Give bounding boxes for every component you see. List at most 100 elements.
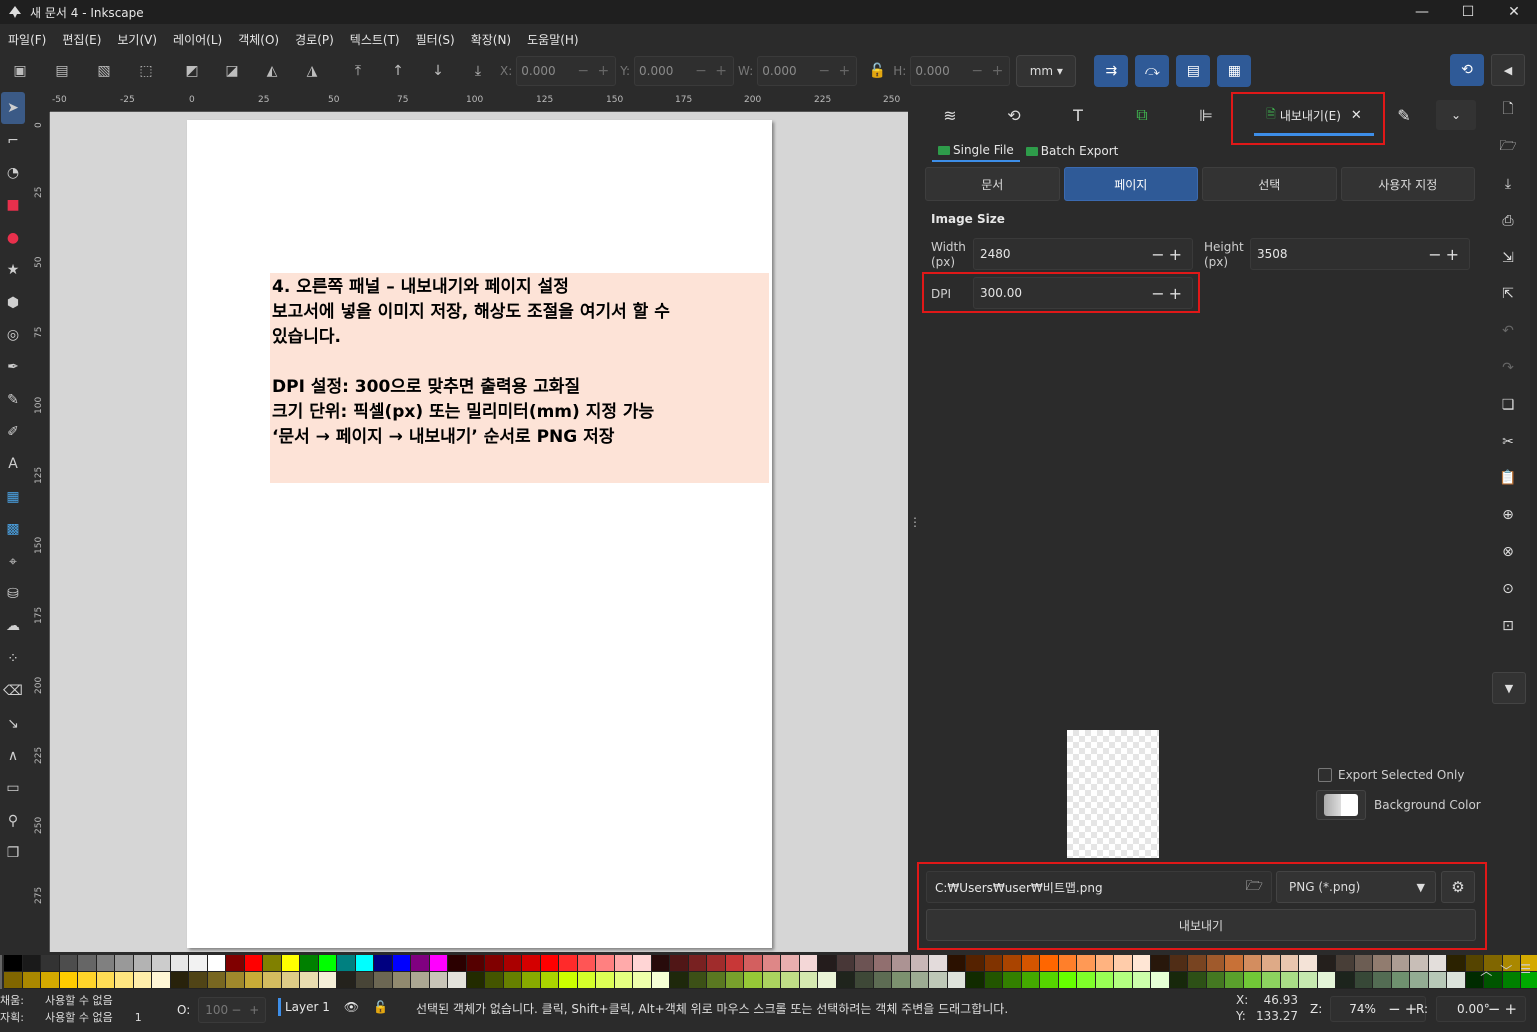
snap-toggle-button[interactable]: ⟲ [1450,54,1484,86]
color-swatch[interactable] [152,955,171,972]
color-swatch[interactable] [559,955,578,972]
color-swatch[interactable] [818,972,837,989]
color-swatch[interactable] [966,955,985,972]
color-swatch[interactable] [244,955,263,972]
color-swatch[interactable] [189,972,208,989]
scope-selection-button[interactable]: 선택 [1202,167,1337,201]
color-swatch[interactable] [744,972,763,989]
opacity-stepper-icon[interactable]: − + [231,1003,261,1017]
color-swatch[interactable] [559,972,578,989]
align-tab-icon[interactable]: ⊫ [1174,92,1238,138]
color-swatch[interactable] [1447,972,1466,989]
color-swatch[interactable] [1169,955,1188,972]
color-swatch[interactable] [670,955,689,972]
redo-icon[interactable]: ↷ [1494,350,1522,387]
color-swatch[interactable] [411,955,430,972]
color-swatch[interactable] [1391,972,1410,989]
flip-horizontal-icon[interactable]: ◭ [260,59,284,83]
color-swatch[interactable] [78,955,97,972]
selector-tool-icon[interactable]: ➤ [1,92,25,125]
canvas-text-block[interactable]: 4. 오른쪽 패널 – 내보내기와 페이지 설정 보고서에 넣을 이미지 저장,… [270,273,769,483]
color-swatch[interactable] [522,972,541,989]
color-swatch[interactable] [1354,955,1373,972]
zoom-page-width-icon[interactable]: ⊡ [1494,607,1522,644]
color-swatch[interactable] [1188,955,1207,972]
color-swatch[interactable] [707,972,726,989]
color-swatch[interactable] [1021,955,1040,972]
color-swatch[interactable] [910,955,929,972]
color-swatch[interactable] [1299,972,1318,989]
raise-icon[interactable]: ↑ [386,59,410,83]
close-button[interactable]: ✕ [1491,0,1537,24]
color-swatch[interactable] [355,955,374,972]
menu-text[interactable]: 텍스트(T) [342,31,408,48]
color-swatch[interactable] [966,972,985,989]
layers-tab-icon[interactable]: ≋ [918,92,982,138]
color-swatch[interactable] [1225,972,1244,989]
color-swatch[interactable] [596,972,615,989]
color-swatch[interactable] [855,955,874,972]
color-swatch[interactable] [1077,955,1096,972]
text-font-tab-icon[interactable]: T [1046,92,1110,138]
menu-object[interactable]: 객체(O) [230,31,287,48]
color-swatch[interactable] [1280,972,1299,989]
document-page[interactable]: 4. 오른쪽 패널 – 내보내기와 페이지 설정 보고서에 넣을 이미지 저장,… [187,120,772,948]
color-swatch[interactable] [540,955,559,972]
color-swatch[interactable] [688,955,707,972]
more-tabs-chevron-icon[interactable]: ⌄ [1436,100,1476,130]
color-swatch[interactable] [725,972,744,989]
color-swatch[interactable] [947,955,966,972]
paint-bucket-icon[interactable]: ⛁ [1,578,25,610]
palette-scroll-down-icon[interactable]: ﹀ [1500,962,1512,979]
color-swatch[interactable] [300,955,319,972]
x-input[interactable]: 0.000− + [516,56,617,86]
deselect-icon[interactable]: ▧ [92,59,116,83]
color-swatch[interactable] [1317,972,1336,989]
color-swatch[interactable] [133,955,152,972]
spiral-tool-icon[interactable]: ◎ [1,319,25,351]
color-swatch[interactable] [1243,955,1262,972]
color-swatch[interactable] [207,972,226,989]
y-stepper-icon[interactable]: − + [695,63,729,79]
color-swatch[interactable] [818,955,837,972]
import-icon[interactable]: ⇲ [1494,239,1522,276]
color-swatch[interactable] [929,955,948,972]
paste-icon[interactable]: 📋 [1494,460,1522,497]
color-swatch[interactable] [96,955,115,972]
zoom-page-icon[interactable]: ⊙ [1494,570,1522,607]
color-swatch[interactable] [892,972,911,989]
color-swatch[interactable] [781,955,800,972]
no-paint-swatch[interactable] [0,955,2,989]
raise-to-top-icon[interactable]: ⤒ [346,59,370,83]
minimize-button[interactable]: — [1399,0,1445,24]
color-swatch[interactable] [1003,972,1022,989]
color-swatch[interactable] [374,955,393,972]
zoom-tool-icon[interactable]: ⚲ [1,805,25,837]
color-swatch[interactable] [466,972,485,989]
cut-icon[interactable]: ✂ [1494,423,1522,460]
flip-vertical-icon[interactable]: ◮ [300,59,324,83]
color-swatch[interactable] [651,955,670,972]
color-swatch[interactable] [281,972,300,989]
background-color-button[interactable] [1316,790,1366,820]
color-swatch[interactable] [1114,955,1133,972]
color-swatch[interactable] [485,972,504,989]
color-swatch[interactable] [152,972,171,989]
menu-path[interactable]: 경로(P) [287,31,342,48]
menu-file[interactable]: 파일(F) [0,31,54,48]
scope-document-button[interactable]: 문서 [925,167,1060,201]
eraser-tool-icon[interactable]: ⌫ [1,675,25,707]
spray-tool-icon[interactable]: ⁘ [1,643,25,675]
lock-icon[interactable]: 🔓 [865,59,889,83]
color-swatch[interactable] [1058,955,1077,972]
menu-filter[interactable]: 필터(S) [408,31,463,48]
color-swatch[interactable] [318,955,337,972]
color-swatch[interactable] [170,972,189,989]
color-swatch[interactable] [910,972,929,989]
color-swatch[interactable] [1114,972,1133,989]
rotate-cw-icon[interactable]: ◪ [220,59,244,83]
color-swatch[interactable] [1095,955,1114,972]
color-swatch[interactable] [1225,955,1244,972]
scope-page-button[interactable]: 페이지 [1063,167,1198,201]
select-all-icon[interactable]: ▣ [8,59,32,83]
